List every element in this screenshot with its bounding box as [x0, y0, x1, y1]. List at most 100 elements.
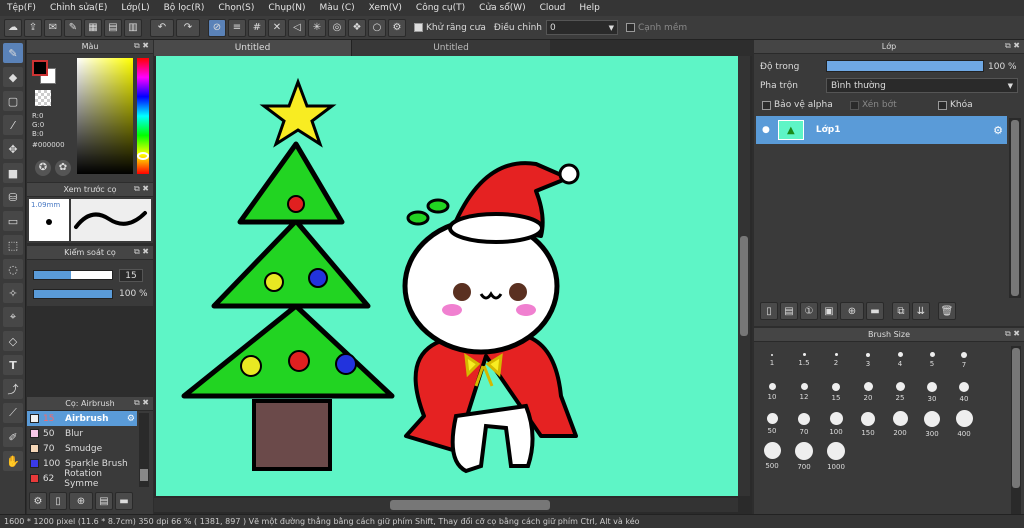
merge-layer-icon[interactable]: ⇊ — [912, 302, 930, 320]
brush-size-option[interactable]: 50 — [757, 409, 787, 439]
eye-icon[interactable]: ● — [762, 125, 770, 135]
brush-size-option[interactable]: 5 — [917, 345, 947, 375]
select-tool-icon[interactable]: ⬚ — [3, 235, 23, 255]
snap-vanishing-icon[interactable]: ◁ — [288, 18, 306, 37]
import-image-icon[interactable]: ▣ — [820, 302, 838, 320]
menu-item[interactable]: Cửa sổ(W) — [472, 3, 532, 13]
scroll-thumb[interactable] — [740, 236, 748, 336]
brush-size-option[interactable]: 300 — [917, 409, 947, 439]
brush-size-option[interactable]: 7 — [949, 345, 979, 375]
brush-size-option[interactable]: 200 — [885, 409, 915, 439]
adjust-select[interactable]: 0 ▼ — [545, 20, 618, 35]
hue-slider-handle[interactable] — [137, 152, 149, 160]
document-icon[interactable]: ▤ — [104, 18, 122, 37]
brush-size-option[interactable]: 20 — [853, 377, 883, 407]
sketch-icon[interactable]: ✎ — [64, 18, 82, 37]
gradient-tool-icon[interactable]: ▭ — [3, 211, 23, 231]
layer-row[interactable]: ● ▲ Lớp1 ⚙ — [756, 116, 1007, 144]
panel-close-icon[interactable]: ⧉ ✖ — [1005, 41, 1020, 51]
snap-ellipse-icon[interactable]: ○ — [368, 18, 386, 37]
brush-opacity-slider[interactable] — [33, 289, 113, 299]
brush-tool-icon[interactable]: ✎ — [3, 43, 23, 63]
new-brush-icon[interactable]: ▯ — [49, 492, 67, 510]
snap-grid-icon[interactable]: # — [248, 18, 266, 37]
menu-item[interactable]: Cloud — [533, 3, 573, 13]
tab-untitled-2[interactable]: Untitled — [352, 40, 550, 56]
saturation-value-square[interactable] — [77, 58, 133, 174]
text-tool-icon[interactable]: T — [3, 355, 23, 375]
canvas-horizontal-scrollbar[interactable] — [154, 498, 738, 512]
magic-wand-tool-icon[interactable]: ✧ — [3, 283, 23, 303]
menu-item[interactable]: Chọn(S) — [211, 3, 261, 13]
redo-button[interactable]: ↷ — [176, 18, 200, 37]
layer-folder-icon[interactable]: ▬ — [866, 302, 884, 320]
brush-list-scrollbar[interactable] — [139, 413, 149, 487]
palette-icon[interactable]: ✪ — [35, 160, 51, 176]
brush-folder-icon[interactable]: ▬ — [115, 492, 133, 510]
brush-size-option[interactable]: 4 — [885, 345, 915, 375]
eyedropper-tool-icon[interactable]: ✐ — [3, 427, 23, 447]
scroll-thumb[interactable] — [1012, 348, 1020, 488]
new-layer-8bit-icon[interactable]: ▤ — [780, 302, 798, 320]
lock-checkbox[interactable] — [938, 100, 947, 110]
brush-size-scrollbar[interactable] — [1011, 346, 1021, 520]
chat-icon[interactable]: ✉ — [44, 18, 62, 37]
smooth-edge-checkbox[interactable] — [625, 23, 635, 32]
brush-size-option[interactable]: 150 — [853, 409, 883, 439]
brush-size-option[interactable]: 70 — [789, 409, 819, 439]
duplicate-layer-icon[interactable]: ⧉ — [892, 302, 910, 320]
scroll-thumb[interactable] — [140, 469, 148, 481]
rect-select-tool-icon[interactable]: ▢ — [3, 91, 23, 111]
brush-file-icon[interactable]: ▤ — [95, 492, 113, 510]
brush-size-option[interactable]: 1 — [757, 345, 787, 375]
canvas-vertical-scrollbar[interactable] — [738, 56, 750, 496]
snap-settings-icon[interactable]: ⚙ — [388, 18, 406, 37]
scroll-thumb[interactable] — [1011, 120, 1019, 296]
brush-size-option[interactable]: 400 — [949, 409, 979, 439]
foreground-swatch[interactable] — [32, 60, 48, 76]
move-tool-icon[interactable]: ✥ — [3, 139, 23, 159]
transparent-swatch[interactable] — [35, 90, 51, 106]
snap-off-icon[interactable]: ⊘ — [208, 18, 226, 37]
new-layer-icon[interactable]: ▯ — [760, 302, 778, 320]
blend-mode-select[interactable]: Bình thường ▼ — [826, 78, 1018, 93]
protect-alpha-checkbox[interactable] — [762, 100, 771, 110]
brush-list-item[interactable]: 62 Rotation Symme — [27, 469, 137, 489]
layer-opacity-slider[interactable] — [826, 60, 984, 72]
operation-tool-icon[interactable]: ⤴ — [3, 379, 23, 399]
brush-size-option[interactable]: 3 — [853, 345, 883, 375]
brush-size-option[interactable]: 40 — [949, 377, 979, 407]
select-pen-tool-icon[interactable]: ⌖ — [3, 307, 23, 327]
snap-circle-icon[interactable]: ◎ — [328, 18, 346, 37]
brush-size-value[interactable]: 15 — [119, 269, 143, 282]
menu-item[interactable]: Lớp(L) — [114, 3, 156, 13]
brush-size-option[interactable]: 25 — [885, 377, 915, 407]
brush-list-item[interactable]: 50 Blur — [27, 426, 137, 441]
brush-size-option[interactable]: 1000 — [821, 441, 851, 471]
cloud-icon[interactable]: ☁ — [4, 18, 22, 37]
dropper-tool-icon[interactable]: ⟋ — [3, 403, 23, 423]
menu-item[interactable]: Bộ lọc(R) — [157, 3, 212, 13]
fill-rect-tool-icon[interactable]: ■ — [3, 163, 23, 183]
anti-alias-checkbox[interactable] — [414, 23, 423, 32]
trash-icon[interactable]: 🗑 — [938, 302, 956, 320]
add-layer-menu-icon[interactable]: ⊕ — [840, 302, 864, 320]
tab-untitled-1[interactable]: Untitled — [154, 40, 352, 56]
snap-parallel-icon[interactable]: ≡ — [228, 18, 246, 37]
new-layer-1bit-icon[interactable]: ① — [800, 302, 818, 320]
menu-item[interactable]: Chụp(N) — [261, 3, 312, 13]
brush-list-item[interactable]: 15 Airbrush ⚙ — [27, 411, 137, 426]
scroll-thumb[interactable] — [390, 500, 550, 510]
drawing-canvas[interactable] — [156, 56, 738, 496]
layer-list-scrollbar[interactable] — [1009, 118, 1021, 298]
undo-button[interactable]: ↶ — [150, 18, 174, 37]
brush-size-option[interactable]: 100 — [821, 409, 851, 439]
brush-size-option[interactable]: 1.5 — [789, 345, 819, 375]
lasso-tool-icon[interactable]: ◌ — [3, 259, 23, 279]
brush-size-option[interactable]: 10 — [757, 377, 787, 407]
menu-item[interactable]: Chỉnh sửa(E) — [43, 3, 114, 13]
panel-close-icon[interactable]: ⧉ ✖ — [134, 184, 149, 194]
gear-icon[interactable]: ⚙ — [993, 124, 1003, 137]
snap-radial-icon[interactable]: ✳ — [308, 18, 326, 37]
export-icon[interactable]: ⇪ — [24, 18, 42, 37]
